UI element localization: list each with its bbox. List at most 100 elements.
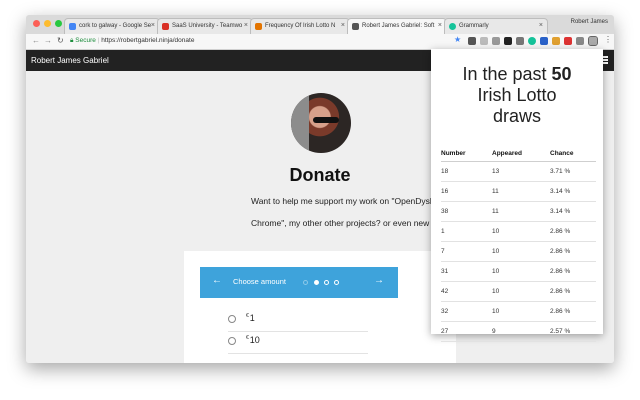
extension-1-icon[interactable] xyxy=(468,37,476,45)
grammarly-favicon-icon xyxy=(449,23,456,30)
close-tab-icon[interactable]: × xyxy=(151,22,155,29)
amount-value: 10 xyxy=(249,335,260,345)
grammarly-extension-icon[interactable] xyxy=(528,37,536,45)
reload-icon[interactable]: ↻ xyxy=(57,36,64,45)
cell-number: 18 xyxy=(441,168,449,175)
donation-card: ← Choose amount → €1 €10 xyxy=(184,251,456,363)
url-text: https://robertgabriel.ninja/donate xyxy=(101,37,195,44)
step-indicator-4 xyxy=(334,280,339,285)
close-tab-icon[interactable]: × xyxy=(341,22,345,29)
table-header: Number Appeared Chance xyxy=(441,147,596,162)
cell-appeared: 11 xyxy=(492,208,499,215)
table-row: 38 11 3.14 % xyxy=(441,202,596,222)
forward-arrow-icon[interactable]: → xyxy=(44,36,52,45)
amount-option-10[interactable]: €10 xyxy=(228,335,260,345)
cell-chance: 2.86 % xyxy=(550,248,571,255)
minimize-window-button[interactable] xyxy=(44,20,51,27)
column-header-number: Number xyxy=(441,150,466,157)
tab-grammarly[interactable]: Grammarly × xyxy=(444,18,548,34)
cell-number: 7 xyxy=(441,248,445,255)
extension-10-icon[interactable] xyxy=(576,37,584,45)
tab-irish-lotto[interactable]: Frequency Of Irish Lotto N × xyxy=(250,18,350,34)
title-prefix: In the past xyxy=(462,64,547,84)
extension-8-icon[interactable] xyxy=(552,37,560,45)
draw-count: 50 xyxy=(551,64,572,84)
table-body: 18 13 3.71 % 16 11 3.14 % 38 11 3.14 % 1 10 2.86 % 7… xyxy=(441,162,596,342)
cell-appeared: 9 xyxy=(492,328,496,335)
cell-chance: 2.86 % xyxy=(550,228,571,235)
extension-3-icon[interactable] xyxy=(492,37,500,45)
cell-chance: 2.86 % xyxy=(550,308,571,315)
cell-appeared: 10 xyxy=(492,268,500,275)
sunglasses-shape xyxy=(313,117,339,123)
amount-option-1[interactable]: €1 xyxy=(228,313,255,323)
site-brand[interactable]: Robert James Gabriel xyxy=(31,56,109,65)
tab-title: Robert James Gabriel: Soft xyxy=(362,23,435,29)
extension-4-icon[interactable] xyxy=(504,37,512,45)
lotto-extension-icon[interactable] xyxy=(588,36,598,46)
close-tab-icon[interactable]: × xyxy=(438,22,442,29)
cell-chance: 2.86 % xyxy=(550,288,571,295)
column-header-appeared: Appeared xyxy=(492,150,522,157)
table-row: 31 10 2.86 % xyxy=(441,262,596,282)
step-indicator-1 xyxy=(303,280,308,285)
table-row: 7 10 2.86 % xyxy=(441,242,596,262)
cell-chance: 3.14 % xyxy=(550,188,571,195)
site-favicon-icon xyxy=(352,23,359,30)
tab-robert-james-gabriel[interactable]: Robert James Gabriel: Soft × xyxy=(347,18,447,34)
donation-step-title: Choose amount xyxy=(233,277,286,286)
google-favicon-icon xyxy=(69,23,76,30)
table-row: 1 10 2.86 % xyxy=(441,222,596,242)
table-row: 42 10 2.86 % xyxy=(441,282,596,302)
tab-title: SaaS University - Teamwo xyxy=(172,23,243,29)
cell-chance: 3.14 % xyxy=(550,208,571,215)
close-tab-icon[interactable]: × xyxy=(539,22,543,29)
cell-appeared: 13 xyxy=(492,168,500,175)
bookmark-star-icon[interactable]: ★ xyxy=(454,35,461,44)
back-step-button[interactable]: ← xyxy=(212,275,222,286)
lotto-extension-popup: In the past 50 Irish Lotto draws Number … xyxy=(431,49,603,342)
lock-icon: 🔒︎ xyxy=(70,37,74,44)
address-bar[interactable]: 🔒︎ Secure | https://robertgabriel.ninja/… xyxy=(70,35,450,47)
table-row: 27 9 2.57 % xyxy=(441,322,596,342)
cell-number: 32 xyxy=(441,308,449,315)
cell-appeared: 10 xyxy=(492,228,500,235)
tab-strip: cork to galway - Google Se × SaaS Univer… xyxy=(26,15,614,34)
extension-9-icon[interactable] xyxy=(564,37,572,45)
cell-appeared: 10 xyxy=(492,308,500,315)
column-header-chance: Chance xyxy=(550,150,574,157)
step-indicator-2-active xyxy=(314,280,319,285)
table-row: 18 13 3.71 % xyxy=(441,162,596,182)
secure-label: Secure xyxy=(75,37,96,44)
frequency-table: Number Appeared Chance 18 13 3.71 % 16 11 3.1… xyxy=(441,147,596,342)
tab-google-search[interactable]: cork to galway - Google Se × xyxy=(64,18,160,34)
donation-card-header: ← Choose amount → xyxy=(200,267,398,298)
currency-symbol: € xyxy=(246,335,249,341)
tab-title: Grammarly xyxy=(459,23,489,29)
tab-saas-university[interactable]: SaaS University - Teamwo × xyxy=(157,18,253,34)
cell-chance: 3.71 % xyxy=(550,168,571,175)
profile-name[interactable]: Robert James xyxy=(571,19,608,25)
close-window-button[interactable] xyxy=(33,20,40,27)
radio-button[interactable] xyxy=(228,314,236,323)
cell-chance: 2.86 % xyxy=(550,268,571,275)
back-arrow-icon[interactable]: ← xyxy=(32,36,40,45)
lotto-favicon-icon xyxy=(255,23,262,30)
tab-title: cork to galway - Google Se xyxy=(79,23,152,29)
title-suffix-1: Irish Lotto xyxy=(477,85,557,105)
currency-symbol: € xyxy=(246,313,249,319)
divider xyxy=(228,353,368,354)
menu-dots-icon[interactable]: ⋮ xyxy=(604,35,612,44)
radio-button[interactable] xyxy=(228,336,236,345)
tab-title: Frequency Of Irish Lotto N xyxy=(265,23,336,29)
close-tab-icon[interactable]: × xyxy=(244,22,248,29)
cell-appeared: 10 xyxy=(492,288,500,295)
maximize-window-button[interactable] xyxy=(55,20,62,27)
cell-number: 42 xyxy=(441,288,449,295)
next-step-button[interactable]: → xyxy=(374,275,384,286)
extension-2-icon[interactable] xyxy=(480,37,488,45)
avatar-background xyxy=(291,93,309,153)
extension-7-icon[interactable] xyxy=(540,37,548,45)
cell-number: 38 xyxy=(441,208,449,215)
extension-5-icon[interactable] xyxy=(516,37,524,45)
